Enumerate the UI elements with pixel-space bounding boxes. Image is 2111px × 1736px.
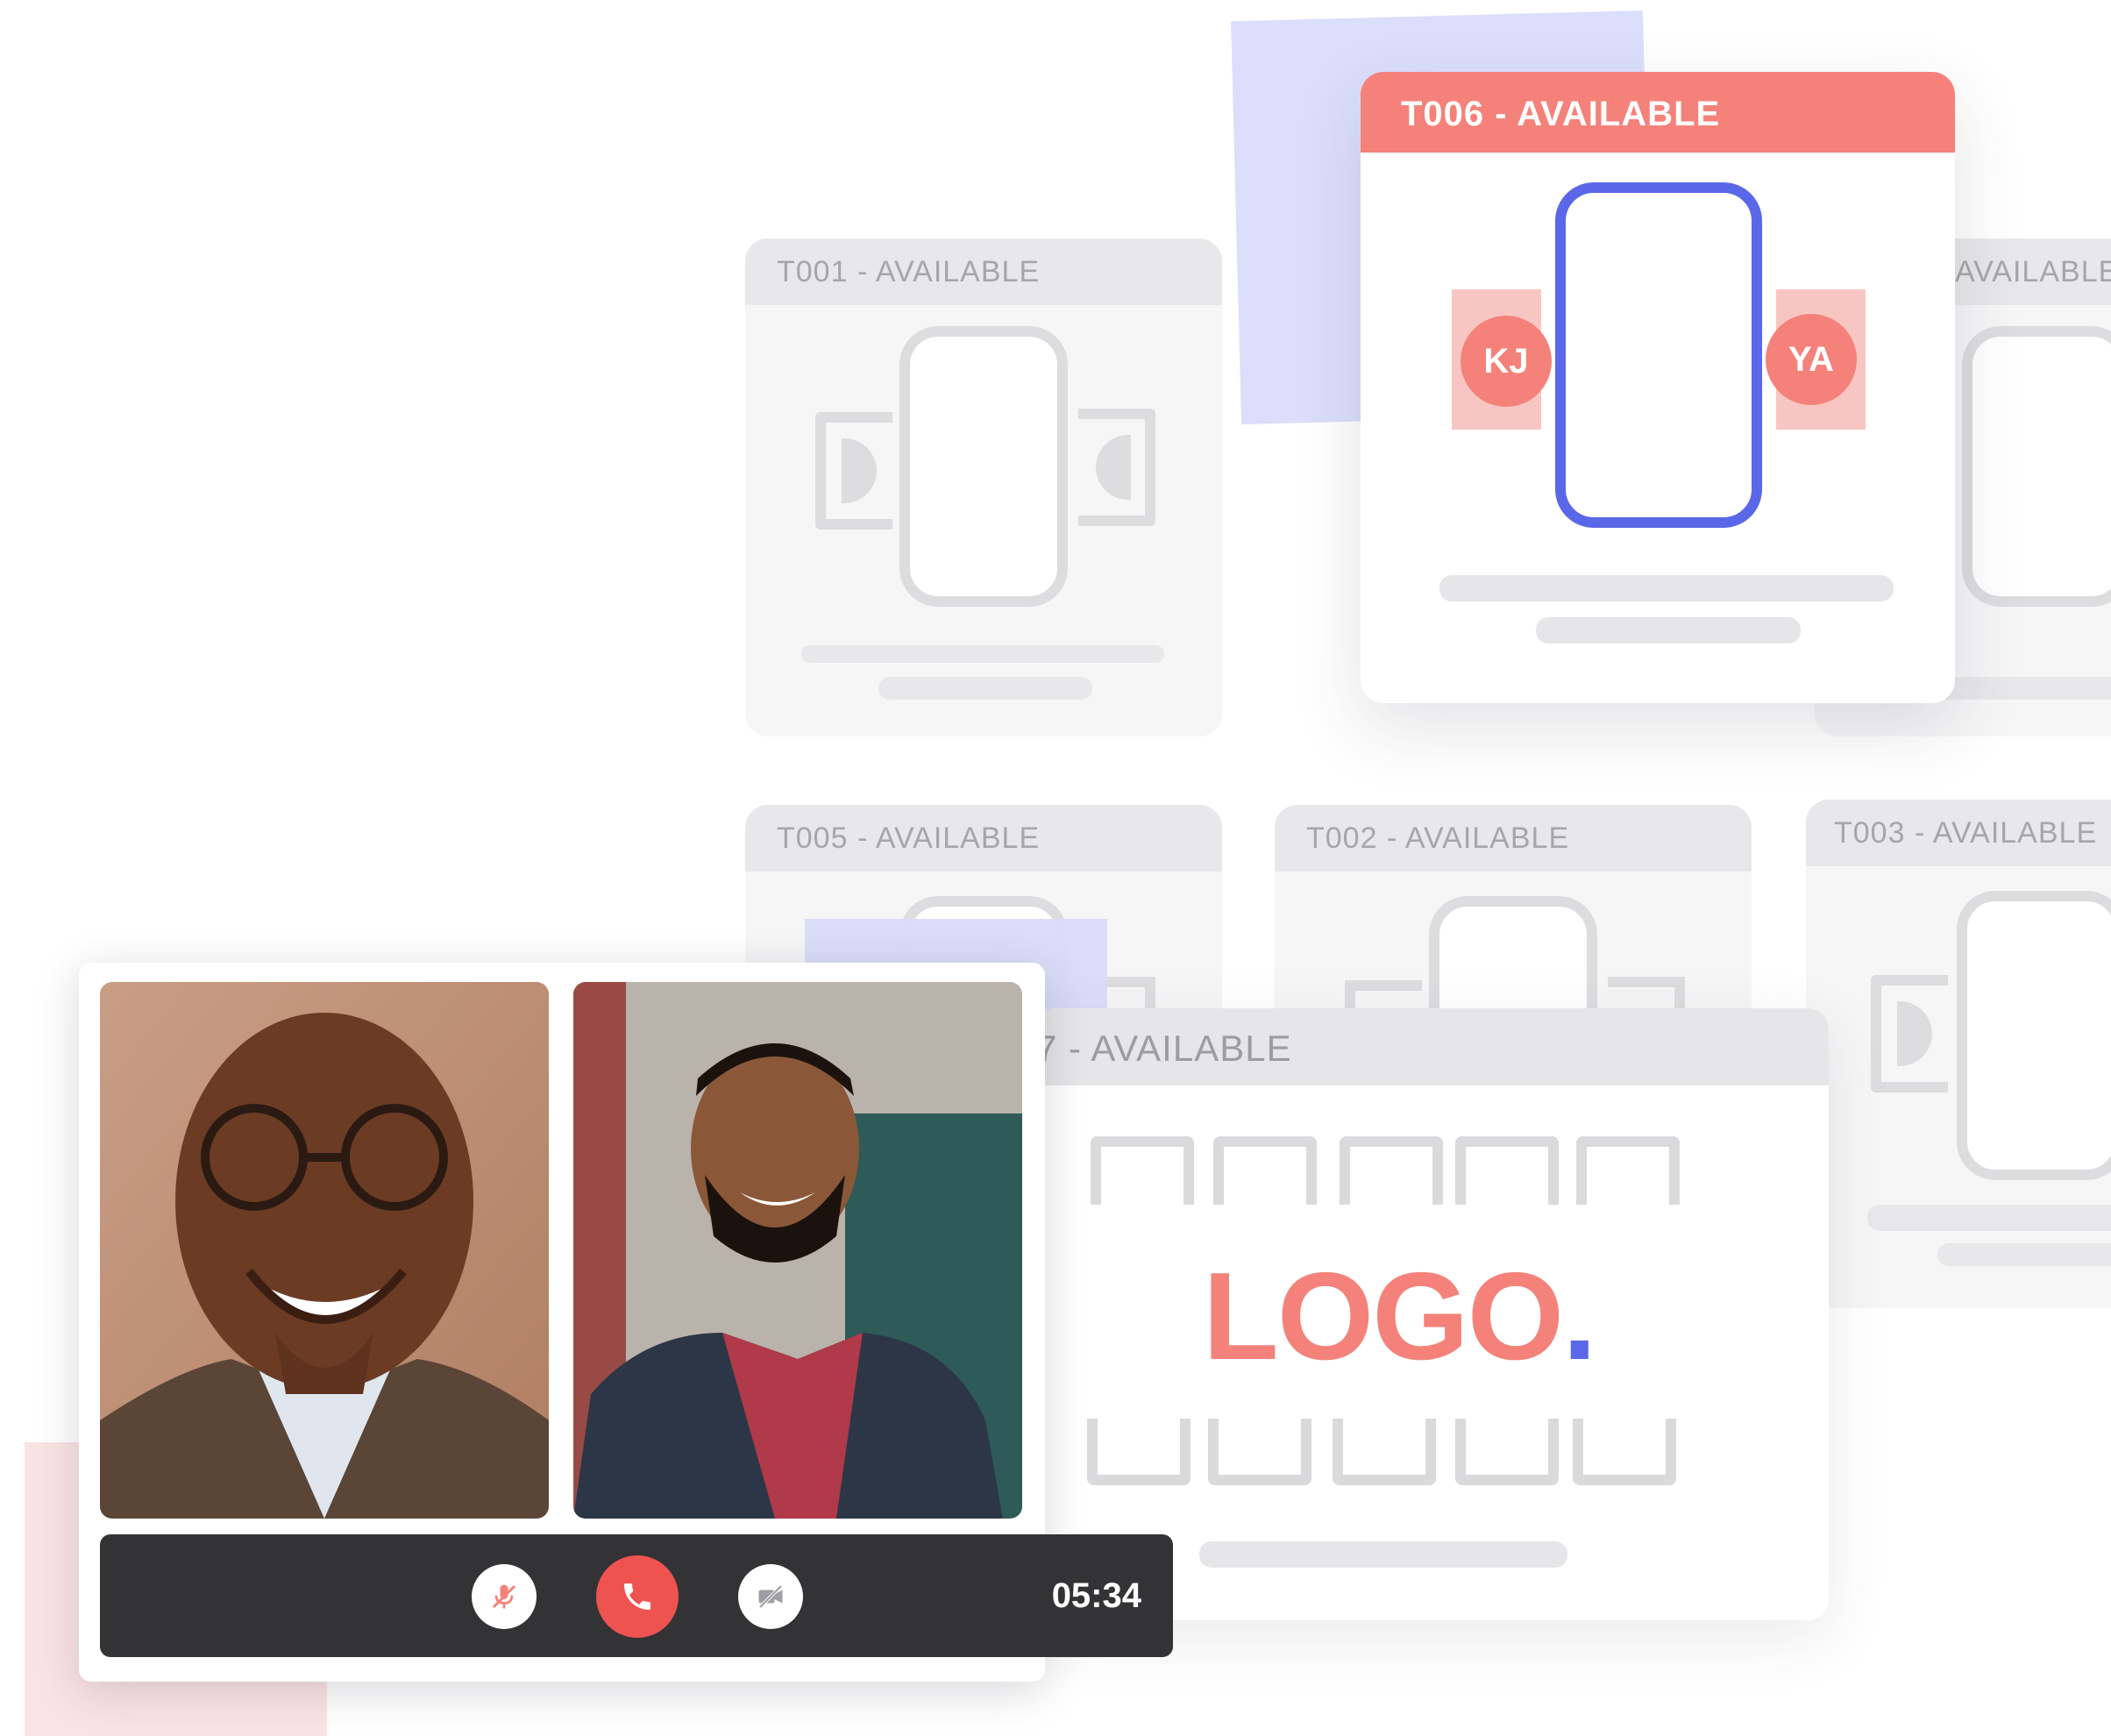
chair	[1333, 1419, 1436, 1485]
call-controls-bar: 05:34	[100, 1534, 1173, 1657]
placeholder-line	[1439, 575, 1894, 601]
table-card-t001[interactable]: T001 - AVAILABLE	[745, 238, 1222, 736]
table-card-header: T006 - AVAILABLE	[1361, 72, 1955, 153]
seat-avatar-left[interactable]: KJ	[1461, 316, 1552, 407]
mute-microphone-button[interactable]	[472, 1564, 537, 1629]
participant-portrait-2	[573, 982, 1022, 1519]
call-timer: 05:34	[1051, 1576, 1141, 1615]
chair	[1213, 1136, 1317, 1205]
placeholder-line	[1199, 1541, 1567, 1568]
placeholder-line	[1937, 1243, 2111, 1266]
camera-off-icon	[758, 1584, 783, 1609]
table-card-header: 7 - AVAILABLE	[1036, 1008, 1829, 1085]
chair	[1576, 1136, 1680, 1205]
placeholder-line	[801, 645, 1164, 663]
participant-video-2[interactable]	[573, 982, 1022, 1519]
table-shape	[1555, 182, 1762, 528]
table-card-header: T001 - AVAILABLE	[745, 238, 1222, 305]
table-shape	[1957, 891, 2111, 1180]
microphone-off-icon	[492, 1584, 516, 1609]
participant-video-1[interactable]	[100, 982, 549, 1519]
chair	[1087, 1419, 1191, 1485]
table-card-header: T003 - AVAILABLE	[1806, 800, 2111, 866]
placeholder-line	[1867, 1205, 2111, 1231]
venue-logo: LOGO.	[1203, 1247, 1597, 1386]
disable-camera-button[interactable]	[738, 1564, 803, 1629]
chair	[1573, 1419, 1676, 1485]
table-card-header: T002 - AVAILABLE	[1275, 805, 1752, 872]
placeholder-line	[878, 677, 1092, 700]
phone-icon	[624, 1583, 650, 1610]
chair	[1340, 1136, 1443, 1205]
table-card-t003[interactable]: T003 - AVAILABLE	[1806, 800, 2111, 1308]
table-card-t006[interactable]: T006 - AVAILABLE KJ YA	[1361, 72, 1955, 703]
chair	[1091, 1136, 1194, 1205]
chair	[1455, 1136, 1559, 1205]
seat-avatar-right[interactable]: YA	[1766, 314, 1857, 405]
table-card-header: T005 - AVAILABLE	[745, 805, 1222, 872]
participant-portrait-1	[100, 982, 549, 1519]
table-card-t007[interactable]: 7 - AVAILABLE LOGO.	[1036, 1008, 1829, 1620]
placeholder-line	[1536, 617, 1801, 644]
chair	[1208, 1419, 1311, 1485]
table-shape	[1962, 326, 2111, 607]
end-call-button[interactable]	[596, 1555, 679, 1638]
chair	[1455, 1419, 1559, 1485]
table-shape	[899, 326, 1068, 607]
